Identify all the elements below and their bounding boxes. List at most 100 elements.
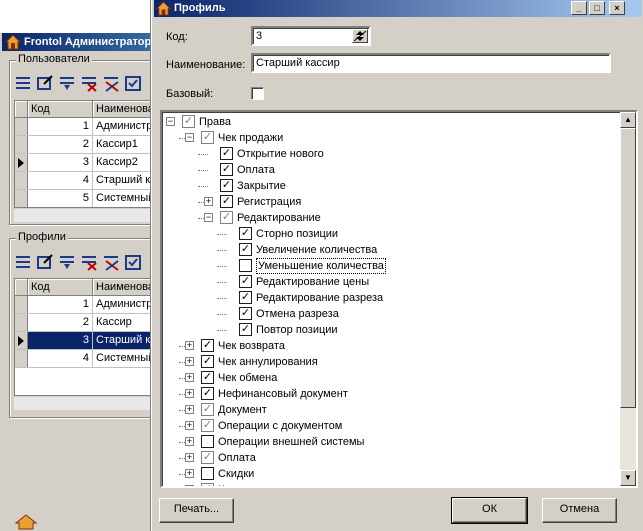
tree-item-checkbox[interactable]: ✓ (239, 307, 252, 320)
tree-item[interactable]: − ✓ Редактирование (162, 210, 622, 226)
tree-item-checkbox[interactable]: ✓ (220, 163, 233, 176)
scroll-thumb[interactable] (620, 128, 636, 408)
tree-item-checkbox[interactable]: ✓ (239, 227, 252, 240)
tree-item[interactable]: ✓ Открытие нового (162, 146, 622, 162)
tree-item-checkbox[interactable]: ✓ (239, 275, 252, 288)
expand-icon[interactable]: + (185, 421, 194, 430)
tree-item[interactable]: + ✓ Чек аннулирования (162, 354, 622, 370)
users-grid-hscrollbar[interactable] (14, 208, 159, 222)
expand-icon[interactable]: + (185, 437, 194, 446)
add-profile-button[interactable] (14, 253, 32, 271)
tree-item[interactable]: ✓ Сторно позиции (162, 226, 622, 242)
tree-item-checkbox[interactable]: ✓ (201, 387, 214, 400)
tree-item[interactable]: + ✓ Нефинансовый документ (162, 386, 622, 402)
taskbar-app-icon[interactable] (14, 514, 38, 530)
tree-item-checkbox[interactable]: ✓ (201, 451, 214, 464)
table-row[interactable]: 4 Системный (15, 350, 159, 368)
expand-icon[interactable]: + (185, 389, 194, 398)
tree-item-checkbox[interactable]: ✓ (220, 195, 233, 208)
tree-item[interactable]: ✓ Повтор позиции (162, 322, 622, 338)
code-column-header[interactable]: Код (28, 101, 93, 117)
tree-item[interactable]: + ✓ Операции с документом (162, 418, 622, 434)
main-window-titlebar[interactable]: Frontol Администратор (2, 33, 162, 51)
tree-item-checkbox[interactable] (201, 435, 214, 448)
tree-vscrollbar[interactable]: ▲ ▼ (620, 112, 636, 486)
collapse-icon[interactable]: − (185, 133, 194, 142)
expand-icon[interactable]: + (185, 453, 194, 462)
tree-item-checkbox[interactable]: ✓ (201, 403, 214, 416)
table-row[interactable]: 1 Администр (15, 296, 159, 314)
copy-profile-button[interactable] (58, 253, 76, 271)
code-spin-button[interactable] (352, 29, 368, 43)
tree-item[interactable]: + ✓ Регистрация (162, 194, 622, 210)
tree-item-checkbox[interactable]: ✓ (201, 131, 214, 144)
profile-dialog-titlebar[interactable]: Профиль (154, 0, 642, 17)
delete-user-button[interactable] (80, 74, 98, 92)
expand-icon[interactable]: + (185, 485, 194, 486)
ok-button[interactable]: ОК (451, 497, 528, 524)
tree-item-checkbox[interactable]: ✓ (201, 419, 214, 432)
cancel-button[interactable]: Отмена (542, 498, 617, 523)
expand-icon[interactable]: + (185, 373, 194, 382)
profiles-grid-hscrollbar[interactable] (14, 396, 159, 410)
edit-user-button[interactable] (36, 74, 54, 92)
tree-item[interactable]: − ✓ Чек продажи (162, 130, 622, 146)
tree-item[interactable]: ✓ Оплата (162, 162, 622, 178)
tree-item-checkbox[interactable]: ✓ (220, 147, 233, 160)
tree-item[interactable]: + Операции внешней системы (162, 434, 622, 450)
tree-item[interactable]: Уменьшение количества (162, 258, 622, 274)
remove-profile-button[interactable] (102, 253, 120, 271)
collapse-icon[interactable]: − (166, 117, 175, 126)
scroll-down-button[interactable]: ▼ (620, 470, 636, 486)
copy-user-button[interactable] (58, 74, 76, 92)
delete-profile-button[interactable] (80, 253, 98, 271)
tree-item-checkbox[interactable]: ✓ (239, 291, 252, 304)
tree-item[interactable]: ✓ Редактирование разреза (162, 290, 622, 306)
name-column-header[interactable]: Наименова (93, 279, 159, 295)
base-checkbox[interactable] (251, 87, 264, 100)
tree-item[interactable]: + ✓ Документ (162, 402, 622, 418)
table-row[interactable]: 1 Администр (15, 118, 159, 136)
tree-item-checkbox[interactable]: ✓ (201, 483, 214, 486)
tree-item-checkbox[interactable]: ✓ (201, 355, 214, 368)
table-row[interactable]: 3 Кассир2 (15, 154, 159, 172)
tree-item[interactable]: + ✓ Карта клиента (162, 482, 622, 486)
tree-item[interactable]: − ✓ Права (162, 114, 622, 130)
minimize-button[interactable]: _ (571, 1, 587, 15)
tree-item-checkbox[interactable] (239, 259, 252, 272)
code-field[interactable]: 3 (251, 26, 371, 46)
tree-item-checkbox[interactable]: ✓ (220, 179, 233, 192)
code-column-header[interactable]: Код (28, 279, 93, 295)
tree-item[interactable]: ✓ Отмена разреза (162, 306, 622, 322)
print-button[interactable]: Печать... (159, 498, 234, 523)
tree-item-checkbox[interactable]: ✓ (201, 339, 214, 352)
check-profile-button[interactable] (124, 253, 142, 271)
expand-icon[interactable]: + (185, 405, 194, 414)
table-row[interactable]: 2 Кассир (15, 314, 159, 332)
table-row[interactable]: 2 Кассир1 (15, 136, 159, 154)
tree-item-checkbox[interactable]: ✓ (201, 371, 214, 384)
tree-item-checkbox[interactable]: ✓ (182, 115, 195, 128)
tree-item-checkbox[interactable]: ✓ (239, 323, 252, 336)
table-row-selected[interactable]: 3 Старший ка (15, 332, 159, 350)
tree-item[interactable]: ✓ Закрытие (162, 178, 622, 194)
expand-icon[interactable]: + (185, 341, 194, 350)
tree-item[interactable]: ✓ Редактирование цены (162, 274, 622, 290)
name-field[interactable]: Старший кассир (251, 53, 611, 73)
collapse-icon[interactable]: − (204, 213, 213, 222)
table-row[interactable]: 5 Системный (15, 190, 159, 207)
edit-profile-button[interactable] (36, 253, 54, 271)
tree-item-checkbox[interactable]: ✓ (220, 211, 233, 224)
table-row[interactable]: 4 Старший ка (15, 172, 159, 190)
expand-icon[interactable]: + (185, 357, 194, 366)
tree-item[interactable]: + ✓ Чек возврата (162, 338, 622, 354)
close-button[interactable]: × (609, 1, 625, 15)
check-user-button[interactable] (124, 74, 142, 92)
tree-item[interactable]: + Скидки (162, 466, 622, 482)
tree-item-checkbox[interactable] (201, 467, 214, 480)
tree-item[interactable]: + ✓ Оплата (162, 450, 622, 466)
tree-item[interactable]: + ✓ Чек обмена (162, 370, 622, 386)
expand-icon[interactable]: + (204, 197, 213, 206)
remove-user-button[interactable] (102, 74, 120, 92)
maximize-button[interactable]: □ (589, 1, 605, 15)
